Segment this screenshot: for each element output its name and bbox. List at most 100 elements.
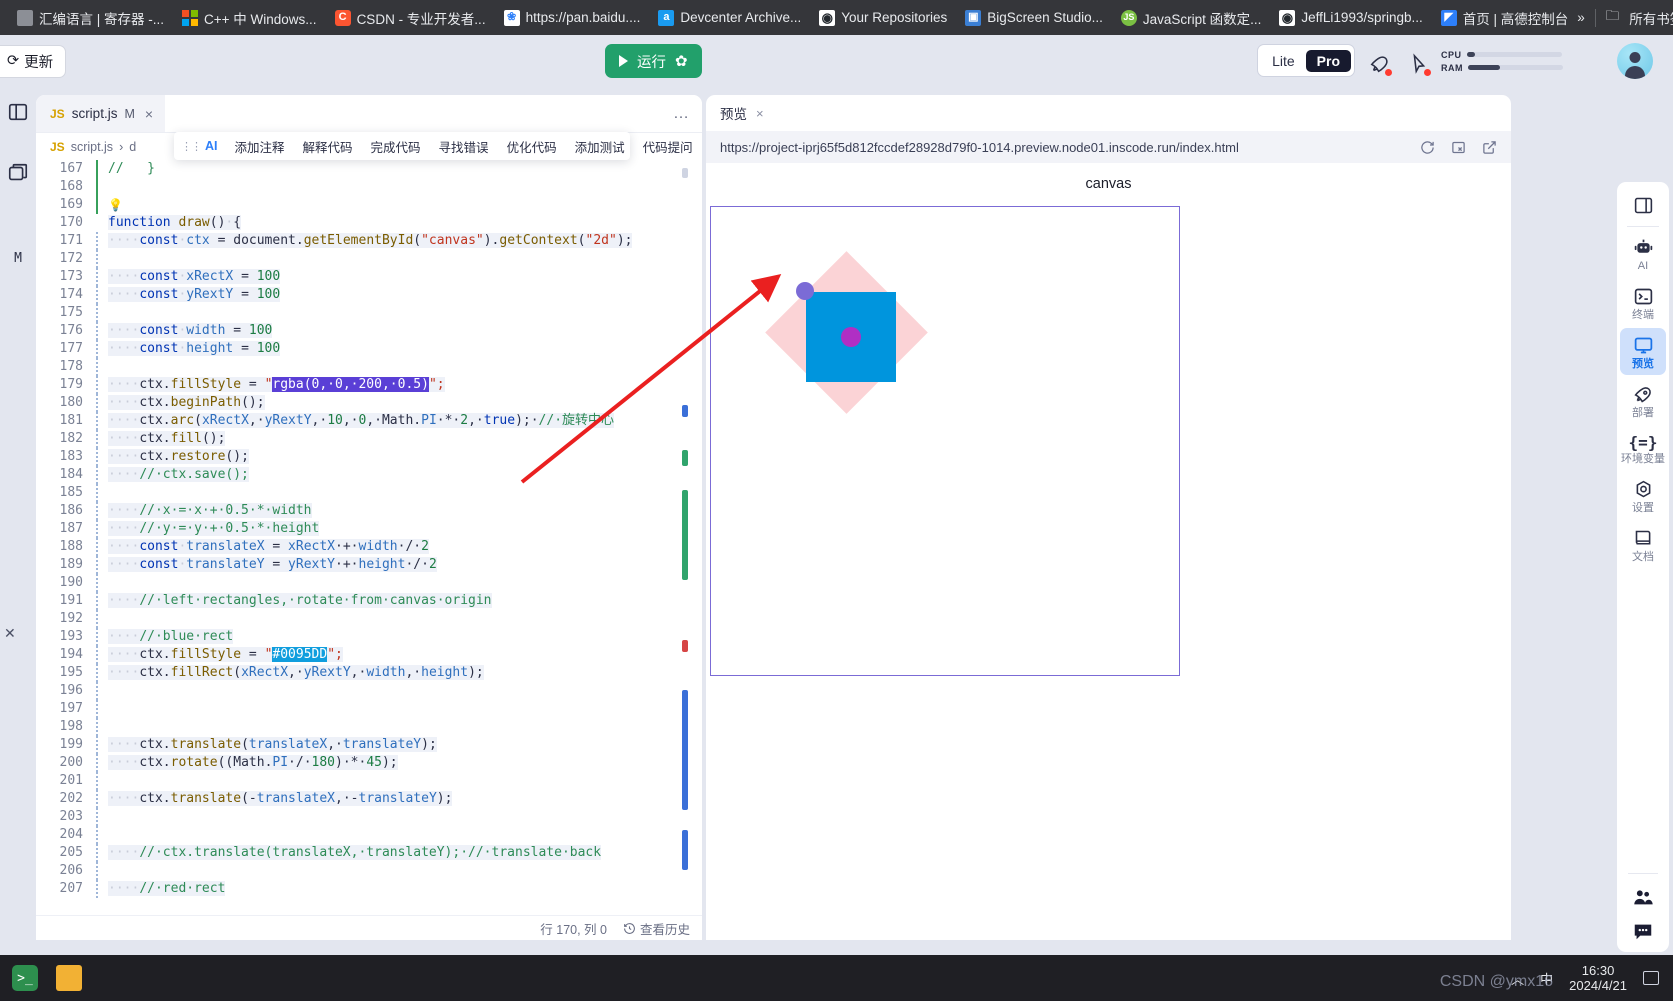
drag-handle-icon[interactable]: ⋮⋮ [174, 140, 205, 153]
code-line[interactable]: 180 ····ctx.beginPath(); [36, 394, 702, 412]
code-line[interactable]: 169 💡 [36, 196, 702, 214]
bookmark-item[interactable]: JS JavaScript 函数定... [1112, 5, 1271, 31]
code-line[interactable]: 194 ····ctx.fillStyle = "#0095DD"; [36, 646, 702, 664]
tab-script-js[interactable]: JS script.js M × [36, 95, 166, 132]
code-line[interactable]: 171 ····const·ctx = document.getElementBy… [36, 232, 702, 250]
code-line[interactable]: 184 ····//·ctx.save(); [36, 466, 702, 484]
chat-icon[interactable] [1632, 920, 1654, 942]
plan-lite-option[interactable]: Lite [1261, 50, 1306, 72]
code-line[interactable]: 186 ····//·x·=·x·+·0.5·*·width [36, 502, 702, 520]
update-button[interactable]: ⟳ 更新 [0, 44, 67, 78]
code-line[interactable]: 189 ····const·translateY = yRextY·+·heigh… [36, 556, 702, 574]
code-line[interactable]: 206 [36, 862, 702, 880]
sidebar-item-docs[interactable]: 文档 [1620, 521, 1666, 568]
toggle-panel-icon[interactable] [1627, 191, 1659, 219]
code-line[interactable]: 198 [36, 718, 702, 736]
bookmark-item[interactable]: C CSDN - 专业开发者... [326, 5, 495, 31]
file-explorer-icon[interactable] [56, 965, 82, 991]
html-canvas[interactable] [710, 206, 1180, 676]
clock[interactable]: 16:30 2024/4/21 [1569, 963, 1627, 993]
sidebar-item-env-vars[interactable]: {=} 环境变量 [1620, 426, 1666, 470]
bookmark-overflow-button[interactable]: » [1577, 10, 1585, 25]
notification-center-icon[interactable] [1643, 971, 1659, 985]
code-line[interactable]: 196 [36, 682, 702, 700]
code-line[interactable]: 178 [36, 358, 702, 376]
code-line[interactable]: 195 ····ctx.fillRect(xRectX,·yRextY,·widt… [36, 664, 702, 682]
view-history-button[interactable]: 查看历史 [623, 919, 690, 938]
code-line[interactable]: 168 [36, 178, 702, 196]
ai-assist-toolbar[interactable]: ⋮⋮ AI 添加注释 解释代码 完成代码 寻找错误 优化代码 添加测试 代码提问 [174, 132, 693, 160]
bookmark-item[interactable]: ❀ https://pan.baidu.... [495, 7, 650, 29]
sidebar-item-deploy[interactable]: 部署 [1620, 377, 1666, 424]
selected-text[interactable]: rgba(0,·0,·200,·0.5) [272, 377, 429, 392]
community-icon[interactable] [1632, 886, 1654, 908]
tab-close-icon[interactable]: × [145, 106, 153, 122]
code-line[interactable]: 173 ····const·xRectX = 100 [36, 268, 702, 286]
code-editor[interactable]: 167 // } 168 169 💡 170 function draw()·{171 ···… [36, 160, 702, 915]
ai-action-complete-code[interactable]: 完成代码 [362, 137, 430, 156]
code-line[interactable]: 207 ····//·red·rect [36, 880, 702, 898]
plan-toggle[interactable]: Lite Pro [1257, 44, 1355, 77]
ai-action-add-comment[interactable]: 添加注释 [226, 137, 294, 156]
code-line[interactable]: 176 ····const·width = 100 [36, 322, 702, 340]
code-line[interactable]: 205 ····//·ctx.translate(translateX,·tran… [36, 844, 702, 862]
code-line[interactable]: 187 ····//·y·=·y·+·0.5·*·height [36, 520, 702, 538]
rocket-icon[interactable] [1369, 53, 1392, 76]
code-line[interactable]: 172 [36, 250, 702, 268]
split-editor-icon[interactable] [7, 162, 29, 184]
preview-tab-close-icon[interactable]: × [756, 106, 764, 121]
bookmark-item[interactable]: a Devcenter Archive... [649, 7, 810, 29]
code-line[interactable]: 201 [36, 772, 702, 790]
ai-action-find-bugs[interactable]: 寻找错误 [430, 137, 498, 156]
code-line[interactable]: 167 // } [36, 160, 702, 178]
code-line[interactable]: 170 function draw()·{ [36, 214, 702, 232]
code-line[interactable]: 204 [36, 826, 702, 844]
code-line[interactable]: 202 ····ctx.translate(-translateX,·-trans… [36, 790, 702, 808]
toggle-sidebar-icon[interactable] [7, 101, 29, 123]
code-line[interactable]: 181 ····ctx.arc(xRectX,·yRextY,·10,·0,·Ma… [36, 412, 702, 430]
breadcrumb-symbol[interactable]: d [129, 140, 136, 154]
bookmark-item[interactable]: ▣ BigScreen Studio... [956, 7, 1112, 29]
bookmark-item[interactable]: C++ 中 Windows... [173, 5, 326, 31]
code-line[interactable]: 192 [36, 610, 702, 628]
cursor-icon[interactable] [1408, 53, 1431, 76]
code-line[interactable]: 193 ····//·blue·rect [36, 628, 702, 646]
sidebar-item-ai[interactable]: AI [1620, 230, 1666, 277]
tab-preview-label[interactable]: 预览 [720, 103, 747, 123]
ai-action-add-tests[interactable]: 添加测试 [566, 137, 634, 156]
code-line[interactable]: 200 ····ctx.rotate((Math.PI·/·180)·*·45); [36, 754, 702, 772]
sidebar-item-settings[interactable]: 设置 [1620, 472, 1666, 519]
inspect-icon[interactable] [1451, 140, 1466, 155]
ai-action-ask-code[interactable]: 代码提问 [634, 137, 702, 156]
editor-more-icon[interactable]: … [673, 105, 690, 123]
ai-action-explain-code[interactable]: 解释代码 [294, 137, 362, 156]
code-line[interactable]: 185 [36, 484, 702, 502]
plan-pro-option[interactable]: Pro [1305, 49, 1351, 72]
code-line[interactable]: 177 ····const·height = 100 [36, 340, 702, 358]
gear-icon[interactable]: ✿ [675, 52, 688, 70]
code-line[interactable]: 203 [36, 808, 702, 826]
preview-url-bar[interactable]: https://project-iprj65f5d812fccdef28928d… [706, 131, 1511, 163]
code-line[interactable]: 188 ····const·translateX = xRectX·+·width… [36, 538, 702, 556]
breadcrumb-file[interactable]: script.js [71, 140, 113, 154]
refresh-icon[interactable] [1420, 140, 1435, 155]
code-line[interactable]: 175 [36, 304, 702, 322]
code-line[interactable]: 174 ····const·yRextY = 100 [36, 286, 702, 304]
code-line[interactable]: 179 ····ctx.fillStyle = "rgba(0,·0,·200,·… [36, 376, 702, 394]
sidebar-item-terminal[interactable]: 终端 [1620, 279, 1666, 326]
code-line[interactable]: 199 ····ctx.translate(translateX,·transla… [36, 736, 702, 754]
terminal-app-icon[interactable]: >_ [12, 965, 38, 991]
close-icon[interactable]: ✕ [4, 625, 16, 642]
code-line[interactable]: 183 ····ctx.restore(); [36, 448, 702, 466]
sidebar-item-preview[interactable]: 预览 [1620, 328, 1666, 375]
run-button[interactable]: 运行 ✿ [605, 44, 702, 78]
open-external-icon[interactable] [1482, 140, 1497, 155]
bookmark-item[interactable]: ◤ 首页 | 高德控制台 [1432, 5, 1578, 31]
code-line[interactable]: 190 [36, 574, 702, 592]
bookmark-item[interactable]: 汇编语言 | 寄存器 -... [8, 5, 173, 31]
ai-action-optimize-code[interactable]: 优化代码 [498, 137, 566, 156]
code-line[interactable]: 197 [36, 700, 702, 718]
avatar[interactable] [1617, 43, 1653, 79]
bookmark-item[interactable]: ◉ JeffLi1993/springb... [1270, 7, 1431, 29]
all-bookmarks-label[interactable]: 所有书签 [1629, 8, 1673, 28]
